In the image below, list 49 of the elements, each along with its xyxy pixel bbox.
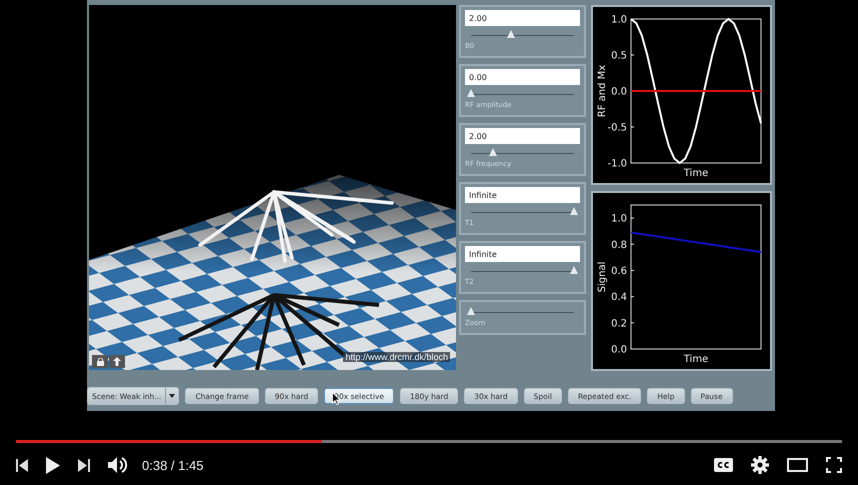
x-axis-label: Time	[684, 354, 708, 365]
fullscreen-button[interactable]	[826, 457, 842, 473]
lock-icon	[96, 358, 104, 366]
y-tick-label: 0.8	[611, 240, 627, 251]
y-tick-label: 0.6	[611, 266, 627, 277]
up-button[interactable]	[109, 355, 125, 368]
y-tick-label: 1.0	[611, 14, 627, 26]
settings-button[interactable]	[751, 456, 769, 474]
volume-button[interactable]	[108, 456, 128, 474]
slider-thumb[interactable]	[467, 89, 475, 97]
value-field[interactable]: 0.00	[465, 69, 580, 85]
x-axis-label: Time	[684, 168, 708, 179]
value-field[interactable]: Infinite	[465, 187, 580, 203]
y-axis-label: Signal	[597, 262, 608, 292]
y-tick-label: -0.5	[607, 122, 627, 134]
play-button[interactable]	[46, 456, 60, 474]
url-text: http://www.drcmr.dk/bloch	[343, 352, 450, 362]
slider-thumb[interactable]	[467, 307, 475, 315]
y-tick-label: 0.2	[611, 318, 627, 330]
captions-icon	[714, 458, 733, 472]
y-tick-label: 0.5	[611, 50, 627, 62]
next-button[interactable]	[78, 458, 90, 472]
up-arrow-icon	[113, 357, 121, 366]
slider-thumb[interactable]	[488, 148, 497, 156]
theater-mode-button[interactable]	[787, 458, 808, 472]
y-axis-label: RF and Mx	[597, 64, 608, 118]
value-field[interactable]: Infinite	[465, 246, 580, 262]
skip-previous-icon	[16, 458, 28, 472]
slider-thumb[interactable]	[507, 30, 516, 38]
y-tick-label: -1.0	[607, 158, 627, 170]
rectangle-icon	[787, 458, 808, 472]
captions-button[interactable]	[714, 458, 733, 472]
value-field[interactable]: 2.00	[465, 10, 580, 26]
volume-icon	[108, 456, 128, 474]
play-icon	[46, 456, 60, 474]
slider-thumb[interactable]	[570, 207, 578, 215]
y-tick-label: 0.4	[611, 292, 627, 304]
previous-button[interactable]	[16, 458, 28, 472]
caret-icon	[169, 394, 176, 398]
lock-button[interactable]	[92, 355, 108, 368]
y-tick-label: 0.0	[611, 344, 627, 356]
y-tick-label: 1.0	[611, 214, 627, 225]
skip-next-icon	[78, 458, 90, 472]
time-display: 0:38 / 1:45	[142, 458, 204, 472]
value-field[interactable]: 2.00	[465, 128, 580, 144]
y-tick-label: 0.0	[611, 86, 627, 98]
settings-icon	[751, 456, 769, 474]
fullscreen-icon	[826, 457, 842, 473]
slider-thumb[interactable]	[570, 266, 578, 274]
